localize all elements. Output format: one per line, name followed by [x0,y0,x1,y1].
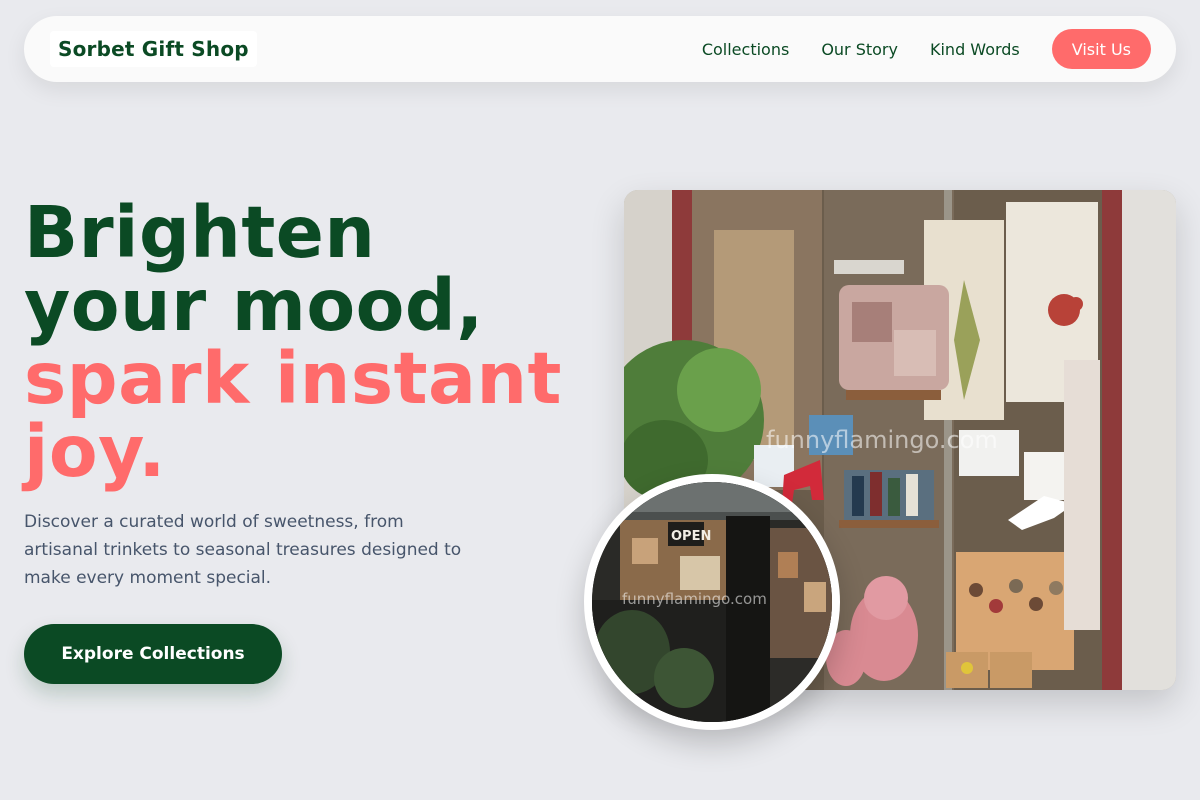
hero-headline: Brighten your mood, spark instant joy. [24,196,584,488]
explore-collections-button[interactable]: Explore Collections [24,624,282,684]
headline-line-1: Brighten [24,191,376,274]
top-navbar: Sorbet Gift Shop Collections Our Story K… [24,16,1176,82]
shop-entrance-inset-photo: OPEN funnyflamingo.com [584,474,840,730]
headline-line-4: joy. [24,410,166,493]
shop-logo[interactable]: Sorbet Gift Shop [50,31,257,67]
shop-entrance-illustration: OPEN funnyflamingo.com [592,482,832,722]
nav-link-collections[interactable]: Collections [702,40,789,59]
nav-link-kind-words[interactable]: Kind Words [930,40,1020,59]
nav-link-our-story[interactable]: Our Story [821,40,898,59]
open-sign-text: OPEN [671,529,711,544]
headline-line-3: spark instant [24,337,562,420]
hero-subtext: Discover a curated world of sweetness, f… [24,512,462,588]
visit-us-button[interactable]: Visit Us [1051,29,1151,69]
nav-links: Collections Our Story Kind Words Visit U… [670,29,1151,69]
inset-photo-watermark: funnyflamingo.com [622,590,767,608]
main-photo-watermark: funnyflamingo.com [766,426,998,454]
headline-line-2: your mood, [24,264,484,347]
